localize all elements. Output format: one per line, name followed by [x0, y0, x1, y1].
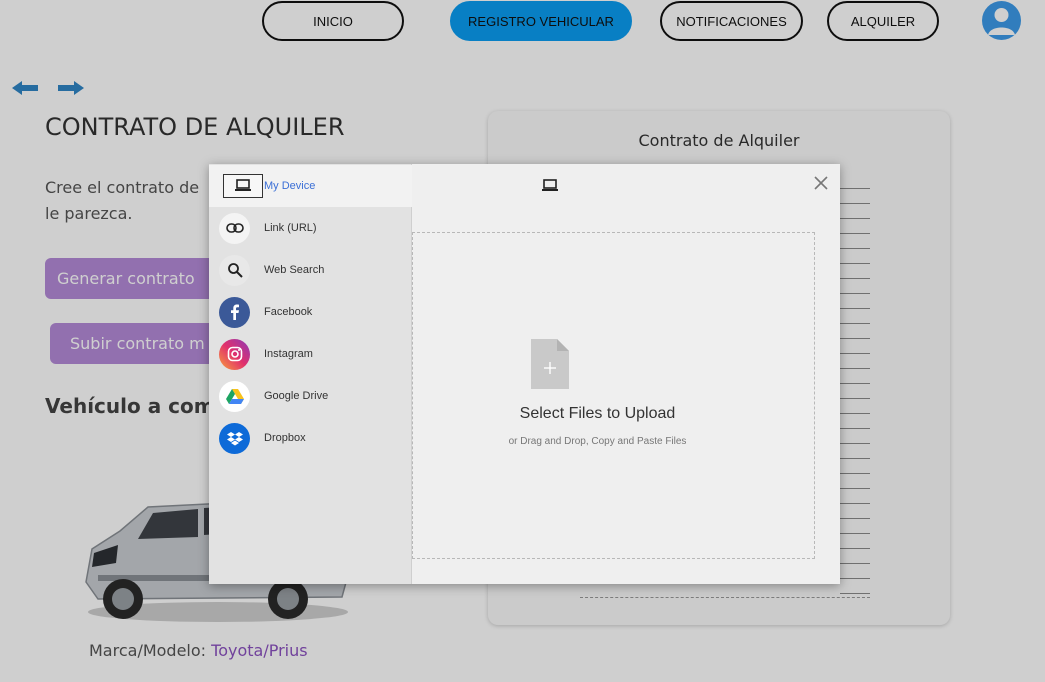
dropbox-icon — [219, 422, 250, 454]
source-sidebar: My Device Link (URL) Web Search Facebook — [209, 164, 412, 584]
source-instagram[interactable]: Instagram — [209, 333, 412, 375]
source-label: Instagram — [264, 348, 313, 360]
file-picker-modal: My Device Link (URL) Web Search Facebook — [209, 164, 840, 584]
laptop-icon — [542, 179, 558, 191]
source-web-search[interactable]: Web Search — [209, 249, 412, 291]
source-my-device[interactable]: My Device — [209, 165, 412, 207]
google-drive-icon — [219, 380, 250, 412]
source-dropbox[interactable]: Dropbox — [209, 417, 412, 459]
file-drop-zone[interactable]: Select Files to Upload or Drag and Drop,… — [412, 232, 815, 559]
select-files-label[interactable]: Select Files to Upload — [397, 405, 798, 423]
source-label: Link (URL) — [264, 222, 317, 234]
source-google-drive[interactable]: Google Drive — [209, 375, 412, 417]
laptop-icon — [223, 174, 263, 198]
upload-panel: Select Files to Upload or Drag and Drop,… — [412, 164, 840, 584]
instagram-icon — [219, 338, 250, 370]
close-icon[interactable] — [812, 174, 830, 192]
source-label: Facebook — [264, 306, 313, 318]
add-file-icon[interactable] — [531, 339, 569, 389]
link-icon — [219, 212, 250, 244]
source-facebook[interactable]: Facebook — [209, 291, 412, 333]
source-label: Dropbox — [264, 432, 306, 444]
search-icon — [219, 254, 250, 286]
drag-drop-hint: or Drag and Drop, Copy and Paste Files — [508, 436, 687, 447]
source-label: My Device — [264, 180, 316, 192]
source-label: Google Drive — [264, 390, 329, 402]
source-label: Web Search — [264, 264, 325, 276]
source-link-url[interactable]: Link (URL) — [209, 207, 412, 249]
facebook-icon — [219, 296, 250, 328]
